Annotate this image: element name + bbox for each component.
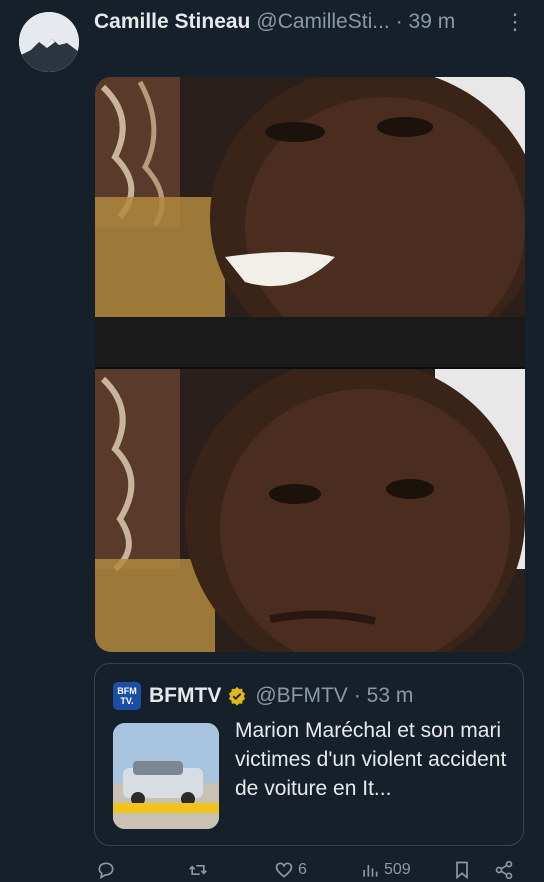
meme-panel-smiling [95, 77, 525, 367]
retweet-button[interactable] [188, 860, 208, 880]
quoted-tweet-header: BFM TV. BFMTV @BFMTV · 53 m [113, 682, 413, 710]
reply-icon [98, 862, 114, 880]
quoted-handle[interactable]: @BFMTV [255, 684, 347, 708]
quoted-display-name[interactable]: BFMTV [149, 684, 221, 708]
heart-icon [275, 862, 293, 878]
meme-panel-sad [95, 369, 525, 652]
verified-badge-icon [229, 686, 246, 706]
meme-image[interactable] [95, 77, 525, 652]
logo-text-bottom: TV. [120, 696, 134, 706]
quoted-time[interactable]: · 53 m [354, 684, 414, 708]
share-icon [495, 860, 513, 880]
reply-button[interactable] [96, 860, 116, 880]
quoted-tweet[interactable]: BFM TV. BFMTV @BFMTV · 53 m Marion Maréc… [94, 663, 524, 846]
bfmtv-logo[interactable]: BFM TV. [113, 682, 141, 710]
display-name[interactable]: Camille Stineau [94, 10, 250, 34]
avatar[interactable] [19, 12, 79, 72]
tweet-header: Camille Stineau @CamilleSti... · 39 m ⋮ [94, 9, 532, 35]
tweet-actions: 6 509 [94, 860, 524, 882]
like-button[interactable]: 6 [274, 860, 307, 880]
more-vertical-icon[interactable]: ⋮ [504, 9, 526, 35]
views-button[interactable]: 509 [360, 860, 411, 880]
share-button[interactable] [494, 860, 514, 880]
tweet-time[interactable]: · 39 m [396, 10, 456, 34]
views-chart-icon [363, 865, 378, 877]
views-count: 509 [384, 861, 411, 878]
logo-text-top: BFM [117, 686, 137, 696]
like-count: 6 [298, 861, 307, 878]
bookmark-icon [456, 861, 468, 880]
bookmark-button[interactable] [452, 860, 472, 880]
article-thumbnail[interactable] [113, 723, 219, 829]
retweet-icon [189, 865, 207, 875]
quoted-text: Marion Maréchal et son mari victimes d'u… [235, 719, 507, 800]
avatar-image [19, 12, 79, 72]
user-handle[interactable]: @CamilleSti... [256, 10, 389, 34]
